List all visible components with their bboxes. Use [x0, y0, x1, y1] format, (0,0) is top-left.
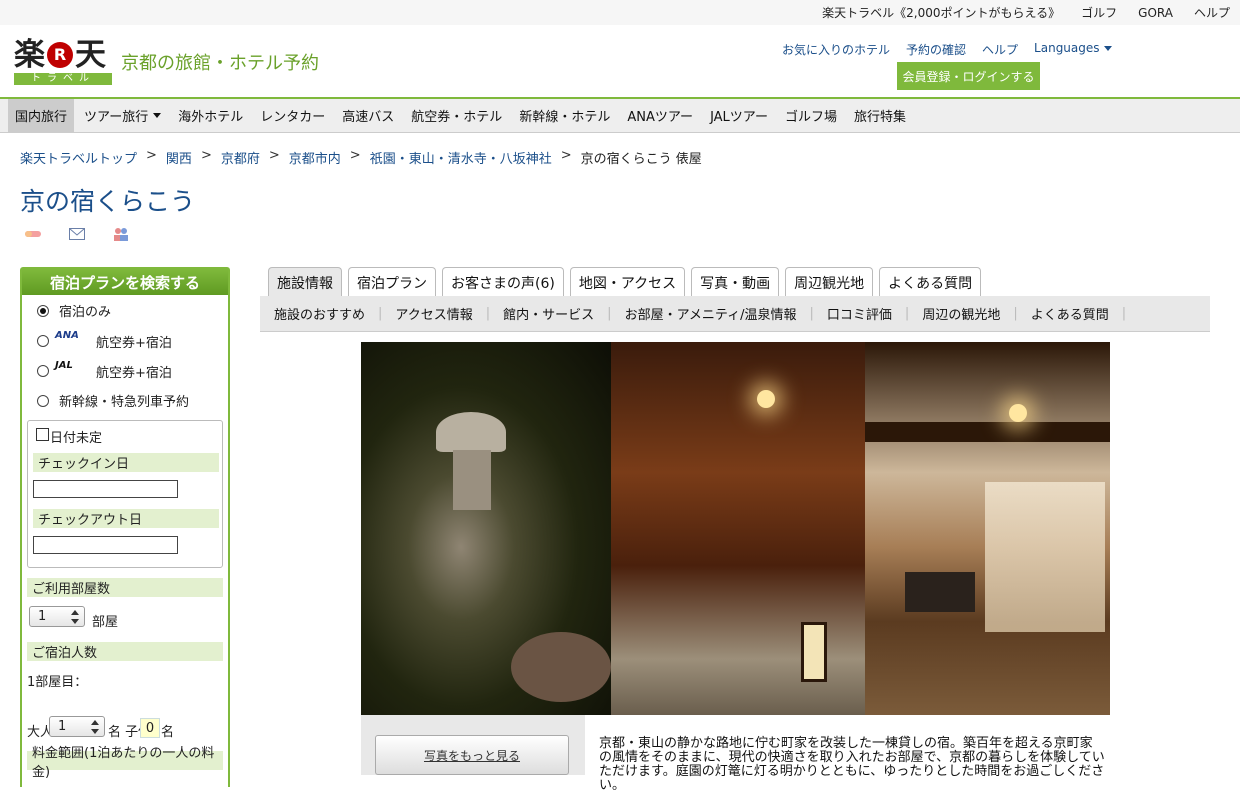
subnav-access[interactable]: アクセス情報 — [395, 304, 472, 323]
checkout-label: チェックアウト日 — [33, 509, 219, 528]
nav-rentacar[interactable]: レンタカー — [253, 99, 332, 132]
subnav-services[interactable]: 館内・サービス — [503, 304, 594, 323]
nav-shinkansen-hotel[interactable]: 新幹線・ホテル — [512, 99, 617, 132]
nav-tours[interactable]: ツアー旅行 — [77, 99, 168, 132]
nav-ana-tour[interactable]: ANAツアー — [620, 99, 700, 132]
chevron-down-icon — [1103, 46, 1112, 51]
subnav-recommend[interactable]: 施設のおすすめ — [274, 304, 365, 323]
tab-sightseeing[interactable]: 周辺観光地 — [785, 267, 874, 297]
header-links: お気に入りのホテル 予約の確認 ヘルプ Languages — [782, 41, 1112, 58]
nav-overseas-hotel[interactable]: 海外ホテル — [171, 99, 250, 132]
radio-button[interactable] — [37, 305, 49, 317]
breadcrumb-kyoto-city[interactable]: 京都市内 — [289, 148, 341, 167]
date-undecided-checkbox[interactable] — [36, 428, 49, 441]
spinner-icon — [91, 720, 99, 734]
price-range-label: 料金範囲(1泊あたりの一人の料金) — [27, 746, 223, 780]
facility-description: 京都・東山の静かな路地に佇む町家を改装した一棟貸しの宿。築百年を超える京町家の風… — [599, 736, 1105, 793]
rooms-select[interactable]: 1 — [29, 606, 85, 627]
page-title: 京の宿くらこう — [20, 187, 196, 216]
tab-plans[interactable]: 宿泊プラン — [348, 267, 436, 297]
nav-air-hotel[interactable]: 航空券・ホテル — [404, 99, 509, 132]
checkin-input[interactable] — [33, 480, 178, 498]
breadcrumb: 楽天トラベルトップ > 関西 > 京都府 > 京都市内 > 祇園・東山・清水寺・八坂神社… — [20, 148, 702, 167]
date-undecided-label: 日付未定 — [50, 431, 103, 446]
hotel-main-photo — [361, 342, 1110, 715]
help-link[interactable]: ヘルプ — [982, 41, 1018, 58]
chevron-down-icon — [153, 113, 162, 118]
spinner-icon — [71, 610, 79, 624]
room1-label: 1部屋目： — [27, 675, 88, 690]
tab-reviews[interactable]: お客さまの声(6) — [442, 267, 564, 297]
favorites-link[interactable]: お気に入りのホテル — [782, 41, 890, 58]
guests-label: ご宿泊人数 — [27, 642, 223, 661]
search-panel-title: 宿泊プランを検索する — [22, 269, 228, 295]
breadcrumb-area[interactable]: 祇園・東山・清水寺・八坂神社 — [370, 148, 552, 167]
bookmark-icon[interactable] — [25, 227, 41, 241]
rooms-unit: 部屋 — [92, 615, 119, 630]
site-header: 楽R天 トラベル 京都の旅館・ホテル予約 お気に入りのホテル 予約の確認 ヘルプ… — [0, 25, 1240, 99]
ana-logo: ANA — [55, 330, 79, 341]
languages-dropdown[interactable]: Languages — [1034, 41, 1112, 58]
main-nav: 国内旅行 ツアー旅行 海外ホテル レンタカー 高速バス 航空券・ホテル 新幹線・… — [0, 99, 1240, 133]
nav-jal-tour[interactable]: JALツアー — [703, 99, 775, 132]
nav-golf[interactable]: ゴルフ場 — [778, 99, 844, 132]
rooms-label: ご利用部屋数 — [27, 578, 223, 597]
radio-button[interactable] — [37, 395, 49, 407]
share-icons — [25, 227, 129, 241]
radio-button[interactable] — [37, 365, 49, 377]
more-photos-button[interactable]: 写真をもっと見る — [375, 735, 569, 775]
topbar-link-points[interactable]: 楽天トラベル《2,000ポイントがもらえる》 — [822, 4, 1060, 21]
breadcrumb-kyoto-pref[interactable]: 京都府 — [221, 148, 260, 167]
checkin-label: チェックイン日 — [33, 453, 219, 472]
topbar: 楽天トラベル《2,000ポイントがもらえる》 ゴルフ GORA ヘルプ — [0, 0, 1240, 25]
radio-ana[interactable]: ANA 航空券+宿泊 — [22, 325, 228, 355]
breadcrumb-current: 京の宿くらこう 俵屋 — [580, 152, 702, 167]
room-photo — [865, 342, 1110, 715]
tab-facility-info[interactable]: 施設情報 — [268, 267, 342, 297]
facility-tabs: 施設情報 宿泊プラン お客さまの声(6) 地図・アクセス 写真・動画 周辺観光地… — [268, 267, 982, 297]
nav-domestic[interactable]: 国内旅行 — [8, 99, 75, 132]
sub-nav: 施設のおすすめ | アクセス情報 | 館内・サービス | お部屋・アメニティ/温泉情報… — [260, 296, 1210, 332]
topbar-link-help[interactable]: ヘルプ — [1194, 4, 1230, 21]
breadcrumb-kansai[interactable]: 関西 — [166, 148, 192, 167]
tab-map[interactable]: 地図・アクセス — [569, 267, 686, 297]
reservation-check-link[interactable]: 予約の確認 — [906, 41, 966, 58]
mail-icon[interactable] — [69, 227, 85, 241]
jal-logo: JAL — [55, 360, 73, 371]
subnav-ratings[interactable]: 口コミ評価 — [827, 304, 892, 323]
subnav-faq[interactable]: よくある質問 — [1031, 304, 1109, 323]
radio-shinkansen[interactable]: 新幹線・特急列車予約 — [22, 385, 228, 415]
date-box: 日付未定 チェックイン日 チェックアウト日 — [27, 420, 223, 568]
login-button[interactable]: 会員登録・ログインする — [897, 62, 1040, 90]
subnav-nearby[interactable]: 周辺の観光地 — [922, 304, 1000, 323]
tab-faq[interactable]: よくある質問 — [879, 267, 982, 297]
tab-photos[interactable]: 写真・動画 — [691, 267, 780, 297]
breadcrumb-top[interactable]: 楽天トラベルトップ — [20, 148, 137, 167]
entrance-photo — [611, 342, 865, 715]
adults-select[interactable]: 1 — [49, 716, 105, 737]
children-count[interactable]: 0 — [140, 718, 160, 738]
site-name[interactable]: 京都の旅館・ホテル予約 — [121, 49, 319, 75]
rakuten-travel-logo[interactable]: 楽R天 トラベル — [14, 37, 112, 85]
nav-bus[interactable]: 高速バス — [335, 99, 401, 132]
radio-stay-only[interactable]: 宿泊のみ — [22, 295, 228, 325]
checkout-input[interactable] — [33, 536, 178, 554]
radio-jal[interactable]: JAL 航空券+宿泊 — [22, 355, 228, 385]
nav-features[interactable]: 旅行特集 — [847, 99, 913, 132]
garden-lantern-photo — [361, 342, 611, 715]
subnav-rooms[interactable]: お部屋・アメニティ/温泉情報 — [625, 304, 797, 323]
topbar-link-gora[interactable]: GORA — [1138, 6, 1173, 20]
radio-button[interactable] — [37, 335, 49, 347]
children-suffix: 名 — [161, 725, 175, 740]
topbar-link-golf[interactable]: ゴルフ — [1081, 4, 1117, 21]
friends-icon[interactable] — [113, 227, 129, 241]
search-panel: 宿泊プランを検索する 宿泊のみ ANA 航空券+宿泊 JAL 航空券+宿泊 新幹… — [20, 267, 230, 787]
